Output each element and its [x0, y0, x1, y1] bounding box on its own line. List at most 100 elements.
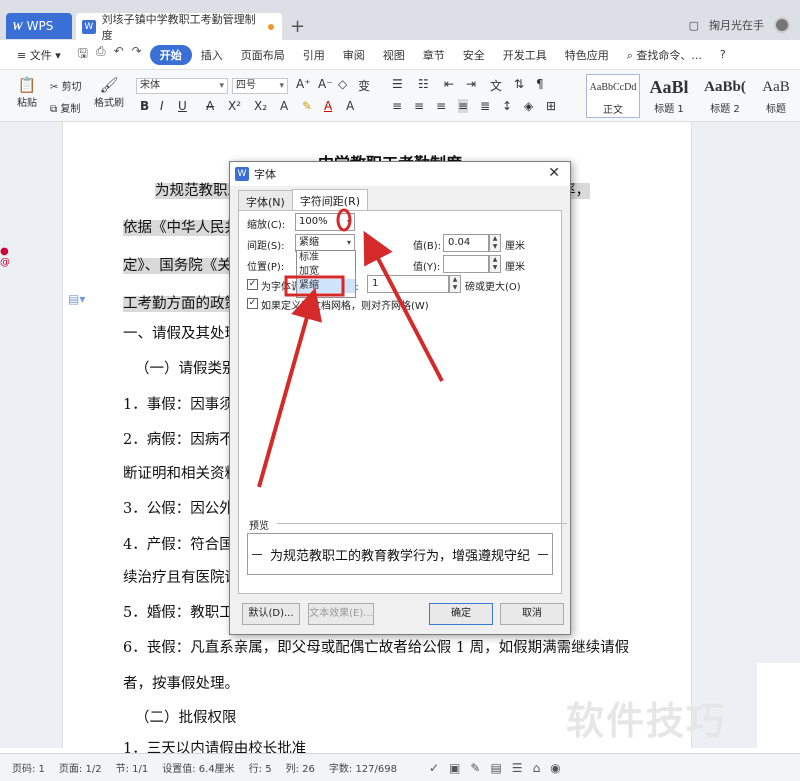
show-marks-icon[interactable]: ¶ [536, 77, 544, 91]
preview-label: 预览 [249, 521, 269, 532]
menu-item-chapter[interactable]: 章节 [414, 47, 454, 63]
value-y-spinner[interactable]: ▲ ▼ [489, 255, 501, 273]
close-icon[interactable]: ✕ [548, 165, 560, 181]
dialog-title-bar[interactable]: W 字体 [230, 162, 570, 186]
align-right-icon[interactable]: ≡ [436, 99, 446, 113]
distribute-icon[interactable]: ≣ [480, 99, 490, 113]
numbered-list-icon[interactable]: ☷ [418, 77, 429, 91]
align-left-icon[interactable]: ≡ [392, 99, 402, 113]
paragraph-menu-icon[interactable]: ▤▾ [68, 292, 85, 306]
user-name[interactable]: 掬月光在手 [709, 17, 764, 33]
document-tab[interactable]: W 刘垓子镇中学教职工考勤管理制度 [76, 13, 282, 42]
shading-icon[interactable]: ◈ [524, 99, 533, 113]
kerning-checkbox[interactable]: ✓ [247, 279, 258, 290]
font-name-select[interactable]: 宋体 [136, 78, 228, 94]
chinese-layout-icon[interactable]: 文 [490, 77, 502, 94]
spacing-dropdown-icon[interactable]: ▾ [347, 235, 351, 251]
underline-icon[interactable]: U [178, 99, 187, 113]
highlight-icon[interactable]: ✎ [302, 99, 312, 113]
avatar[interactable] [774, 17, 790, 33]
phonetic-icon[interactable]: 变 [358, 77, 370, 94]
value-b-spinner[interactable]: ▲ ▼ [489, 234, 501, 252]
doc-check-icon[interactable]: ▣ [449, 761, 460, 775]
command-search[interactable]: ⌕ 查找命令、... [618, 47, 711, 63]
bold-icon[interactable]: B [140, 99, 149, 113]
web-view-icon[interactable]: ⌂ [533, 761, 541, 775]
new-tab-button[interactable]: + [290, 16, 305, 37]
cut-button[interactable]: ✂ 剪切 [50, 78, 82, 93]
align-center-icon[interactable]: ≡ [414, 99, 424, 113]
status-setting[interactable]: 设置值: 6.4厘米 [162, 760, 234, 775]
strikethrough-icon[interactable]: A [206, 99, 214, 113]
status-words[interactable]: 字数: 127/698 [329, 760, 397, 775]
shrink-font-icon[interactable]: A⁻ [318, 77, 333, 91]
app-name: WPS [26, 19, 54, 33]
grow-font-icon[interactable]: A⁺ [296, 77, 311, 91]
copy-button[interactable]: ⧉ 复制 [50, 100, 80, 115]
status-col[interactable]: 列: 26 [286, 760, 315, 775]
style-heading-2[interactable]: AaBb( 标题 2 [698, 74, 752, 118]
format-painter-button[interactable]: 🖌 格式刷 [92, 76, 126, 109]
menu-item-insert[interactable]: 插入 [192, 47, 232, 63]
help-icon[interactable]: ? [711, 48, 735, 61]
menu-item-start[interactable]: 开始 [149, 44, 192, 65]
status-section[interactable]: 节: 1/1 [116, 760, 149, 775]
menu-item-review[interactable]: 审阅 [334, 47, 374, 63]
spacing-option-standard[interactable]: 标准 [297, 251, 355, 265]
preview-box: 为规范教职工的教育教学行为，增强遵规守纪 [247, 533, 553, 575]
font-size-select[interactable]: 四号 [232, 78, 288, 94]
value-b-input[interactable]: 0.04 [443, 234, 489, 252]
kerning-input[interactable]: 1 [367, 275, 449, 293]
save-icon[interactable]: 🖫 [78, 44, 88, 65]
menu-item-features[interactable]: 特色应用 [556, 47, 618, 63]
menu-item-developer[interactable]: 开发工具 [494, 47, 556, 63]
default-button[interactable]: 默认(D)... [242, 603, 300, 625]
spacing-option-expanded[interactable]: 加宽 [297, 265, 355, 279]
spellcheck-icon[interactable]: ✓ [429, 761, 439, 775]
italic-icon[interactable]: I [160, 99, 164, 113]
file-menu[interactable]: ≡ 文件 ▾ [8, 47, 70, 63]
sort-icon[interactable]: ⇅ [514, 77, 524, 91]
line-spacing-icon[interactable]: ↕ [502, 99, 512, 113]
style-heading[interactable]: AaB 标题 [752, 74, 800, 118]
style-normal[interactable]: AaBbCcDd 正文 [586, 74, 640, 118]
style-heading-1[interactable]: AaBl 标题 1 [642, 74, 696, 118]
window-mode-icon[interactable]: ▢ [689, 19, 699, 32]
redo-icon[interactable]: ↷ [132, 44, 142, 65]
menu-item-reference[interactable]: 引用 [294, 47, 334, 63]
grid-checkbox[interactable]: ✓ [247, 298, 258, 309]
page-view-icon[interactable]: ▤ [490, 761, 501, 775]
bullet-list-icon[interactable]: ☰ [392, 77, 403, 91]
spacing-option-condensed[interactable]: 紧缩 [297, 279, 355, 293]
menu-item-view[interactable]: 视图 [374, 47, 414, 63]
text-style-icon[interactable]: A [280, 99, 288, 113]
superscript-icon[interactable]: X² [228, 99, 241, 113]
menu-item-layout[interactable]: 页面布局 [232, 47, 294, 63]
subscript-icon[interactable]: X₂ [254, 99, 267, 113]
status-row[interactable]: 行: 5 [249, 760, 272, 775]
char-border-icon[interactable]: A [346, 99, 354, 113]
wps-app-tab[interactable]: W WPS [6, 13, 72, 39]
edit-icon[interactable]: ✎ [470, 761, 480, 775]
kerning-spinner[interactable]: ▲ ▼ [449, 275, 461, 293]
scale-dropdown-icon[interactable]: ▾ [347, 214, 351, 230]
paste-button[interactable]: 📋 粘贴 [12, 76, 42, 109]
clear-format-icon[interactable]: ◇ [338, 77, 347, 91]
status-page[interactable]: 页码: 1 [12, 760, 45, 775]
print-icon[interactable]: ⎙ [96, 44, 106, 65]
value-y-input[interactable] [443, 255, 489, 273]
decrease-indent-icon[interactable]: ⇤ [444, 77, 454, 91]
menu-item-security[interactable]: 安全 [454, 47, 494, 63]
increase-indent-icon[interactable]: ⇥ [466, 77, 476, 91]
outline-view-icon[interactable]: ☰ [512, 761, 523, 775]
eye-icon[interactable]: ◉ [550, 761, 560, 775]
status-pages[interactable]: 页面: 1/2 [59, 760, 102, 775]
border-icon[interactable]: ⊞ [546, 99, 556, 113]
text-effects-button[interactable]: 文本效果(E)... [308, 603, 374, 625]
justify-icon[interactable]: ≡ [458, 99, 469, 113]
font-color-icon[interactable]: A [324, 99, 332, 113]
ok-button[interactable]: 确定 [429, 603, 493, 625]
cancel-button[interactable]: 取消 [500, 603, 564, 625]
scale-select[interactable]: 100% ▾ [295, 213, 355, 231]
undo-icon[interactable]: ↶ [114, 44, 124, 65]
